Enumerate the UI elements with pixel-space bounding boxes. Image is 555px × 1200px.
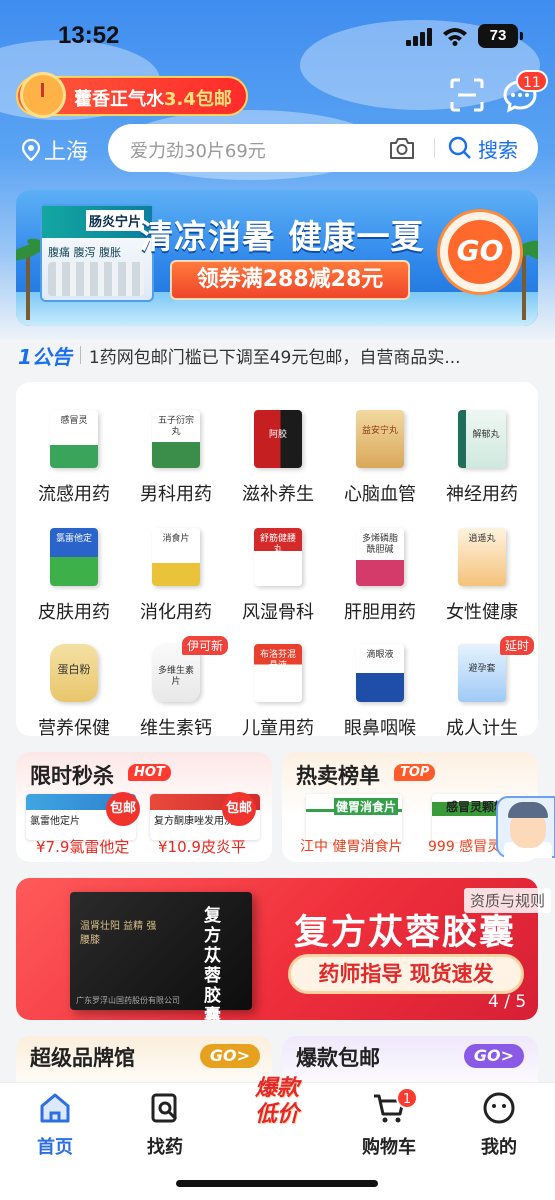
banner-box-name: 复方苁蓉胶囊 (204, 906, 221, 1020)
hero-go-button[interactable]: GO (440, 212, 520, 292)
announcement-tag: 1公告 (18, 344, 72, 369)
category-tonic[interactable]: 阿胶 滋补养生 (226, 408, 330, 506)
tonic-icon: 阿胶 (246, 408, 310, 472)
scan-icon[interactable] (450, 78, 484, 112)
rheumatism-medicine-icon: 舒筋健腰丸 (246, 526, 310, 590)
hot-tag: HOT (128, 764, 171, 781)
brand-hall-go-button[interactable]: GO> (200, 1044, 260, 1068)
carousel-pager: 4 / 5 (488, 992, 527, 1012)
category-liver[interactable]: 多烯磷脂酰胆碱 肝胆用药 (328, 526, 432, 624)
battery-indicator: 73 (478, 24, 523, 48)
location-label: 上海 (44, 140, 89, 165)
hero-title: 清凉消暑 健康一夏 (140, 217, 425, 256)
women-health-icon: 逍遥丸 (450, 526, 514, 590)
skin-medicine-icon: 氯雷他定 (42, 526, 106, 590)
search-button-label: 搜索 (478, 137, 518, 162)
brand-hall-title: 超级品牌馆 (30, 1046, 135, 1070)
signal-icon (406, 28, 436, 46)
category-ent[interactable]: 滴眼液 眼鼻咽喉 (328, 642, 432, 740)
promo-text: 藿香正气水3.4包邮 (74, 89, 232, 110)
camera-icon[interactable] (388, 134, 416, 162)
hero-banner[interactable]: 肠炎宁片 腹痛 腹泻 腹胀 清凉消暑 健康一夏 领券满288减28元 GO (16, 190, 538, 326)
find-medicine-icon (151, 1093, 178, 1123)
flash-price-2: ¥10.9皮炎平 (158, 838, 246, 856)
category-adult[interactable]: 避孕套 成人计生 延时 (430, 636, 534, 740)
cardio-medicine-icon: 益安宁丸 (348, 408, 412, 472)
cart-badge: 1 (396, 1087, 418, 1109)
announcement-bar[interactable]: 1公告 1药网包邮门槛已下调至49元包邮，自营商品实... (18, 342, 538, 369)
category-badge: 伊可新 (181, 636, 228, 655)
hero-product-box: 肠炎宁片 腹痛 腹泻 腹胀 (40, 204, 154, 302)
category-flu[interactable]: 感冒灵 流感用药 (22, 408, 126, 506)
banner-product-box: 温肾壮阳 益精 强腰膝 复方苁蓉胶囊 广东罗浮山国药股份有限公司 (70, 892, 252, 1020)
flash-price-1: ¥7.9氯雷他定 (36, 838, 130, 856)
category-neuro[interactable]: 解郁丸 神经用药 (430, 408, 534, 506)
hot-free-shipping-go-button[interactable]: GO> (464, 1044, 524, 1068)
category-grid: 感冒灵 流感用药 五子衍宗丸 男科用药 阿胶 滋补养生 益安宁丸 心脑血管 解郁… (16, 382, 538, 739)
flu-medicine-icon: 感冒灵 (42, 408, 106, 472)
location-pin-icon (22, 139, 40, 161)
qualification-rules-link[interactable]: 资质与规则 (464, 888, 552, 913)
tab-mine[interactable]: 我的 (454, 1091, 544, 1159)
search-icon (448, 136, 471, 159)
tab-home[interactable]: 首页 (10, 1091, 100, 1159)
profile-icon (483, 1092, 515, 1124)
liver-medicine-icon: 多烯磷脂酰胆碱 (348, 526, 412, 590)
message-badge: 11 (516, 70, 548, 92)
search-divider (434, 138, 435, 158)
status-bar: 13:52 73 (0, 0, 555, 72)
top-tag: TOP (394, 764, 436, 781)
location-selector[interactable]: 上海 (22, 134, 88, 166)
home-icon (40, 1093, 70, 1123)
category-women[interactable]: 逍遥丸 女性健康 (430, 526, 534, 624)
flash-sale-title: 限时秒杀 (30, 764, 114, 788)
banner-pill: 药师指导 现货速发 (288, 954, 524, 994)
category-rheumatism[interactable]: 舒筋健腰丸 风湿骨科 (226, 526, 330, 624)
status-time: 13:52 (58, 22, 120, 49)
home-indicator (176, 1180, 378, 1187)
category-children[interactable]: 布洛芬混悬液 儿童用药 (226, 642, 330, 740)
promo-banner-pill[interactable]: 藿香正气水3.4包邮 (16, 72, 248, 118)
free-shipping-tag: 包邮 (106, 792, 140, 826)
tab-find-medicine[interactable]: 找药 (120, 1091, 210, 1159)
wifi-icon (443, 28, 467, 46)
neuro-medicine-icon: 解郁丸 (450, 408, 514, 472)
search-placeholder: 爱力劲30片69元 (130, 141, 266, 162)
hot-caption-1: 江中 健胃消食片 (300, 839, 403, 855)
hero-product-label: 肠炎宁片 (86, 210, 145, 231)
category-mens[interactable]: 五子衍宗丸 男科用药 (124, 408, 228, 506)
hot-deals-center-button[interactable]: 爆款 低价 (234, 1068, 320, 1140)
hot-deals-label: 爆款 低价 (254, 1076, 299, 1127)
mens-medicine-icon: 五子衍宗丸 (144, 408, 208, 472)
nutrition-icon: 蛋白粉 (42, 642, 106, 706)
category-cardio[interactable]: 益安宁丸 心脑血管 (328, 408, 432, 506)
children-medicine-icon: 布洛芬混悬液 (246, 642, 310, 706)
hero-coupon-button[interactable]: 领券满288减28元 (170, 260, 410, 300)
search-input[interactable]: 爱力劲30片69元 搜索 (108, 124, 538, 172)
category-badge: 延时 (499, 636, 534, 655)
eye-drops-icon: 滴眼液 (348, 642, 412, 706)
alarm-clock-icon (20, 72, 66, 118)
product-carousel-banner[interactable]: 温肾壮阳 益精 强腰膝 复方苁蓉胶囊 广东罗浮山国药股份有限公司 复方苁蓉胶囊 … (16, 878, 538, 1020)
hot-ranking-title: 热卖榜单 (296, 764, 380, 788)
digestion-medicine-icon: 消食片 (144, 526, 208, 590)
category-skin[interactable]: 氯雷他定 皮肤用药 (22, 526, 126, 624)
pharmacist-float-button[interactable] (496, 796, 555, 858)
category-nutrition[interactable]: 蛋白粉 营养保健 (22, 642, 126, 740)
announcement-text: 1药网包邮门槛已下调至49元包邮，自营商品实... (88, 347, 461, 368)
category-vitamin[interactable]: 多维生素片 维生素钙 伊可新 (124, 636, 228, 740)
hot-product-1[interactable]: 健胃消食片 (306, 794, 402, 842)
tab-cart[interactable]: 购物车 1 (344, 1087, 434, 1159)
category-digestion[interactable]: 消食片 消化用药 (124, 526, 228, 624)
hero-product-sub: 腹痛 腹泻 腹胀 (48, 246, 121, 259)
free-shipping-tag: 包邮 (222, 792, 256, 826)
search-button[interactable]: 搜索 (448, 134, 518, 162)
flash-sale-card[interactable]: 限时秒杀 HOT 氯雷他定片 包邮 复方酮康唑发用洗剂 包邮 ¥7.9氯雷他定 … (16, 752, 272, 862)
